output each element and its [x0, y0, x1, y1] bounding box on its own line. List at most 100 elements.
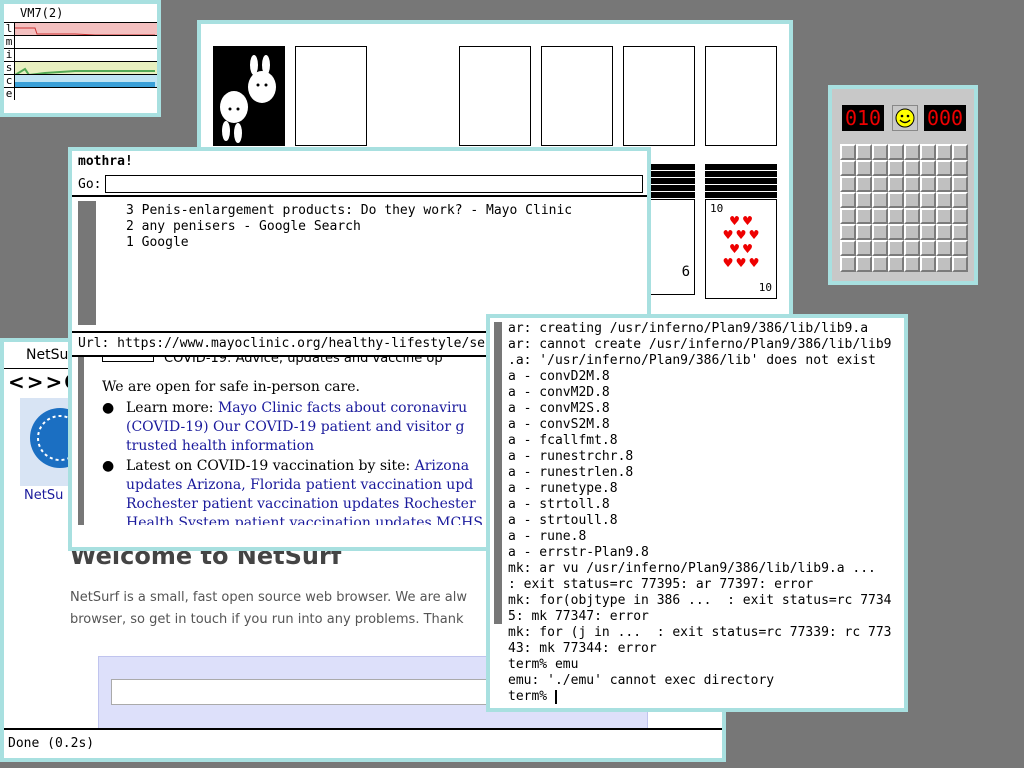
mine-cell[interactable]: [888, 224, 904, 240]
terminal-scrollbar[interactable]: [494, 322, 502, 624]
mine-cell[interactable]: [872, 144, 888, 160]
mine-cell[interactable]: [920, 192, 936, 208]
mine-cell[interactable]: [856, 256, 872, 272]
mine-cell[interactable]: [840, 208, 856, 224]
link-patient-visitor[interactable]: (COVID-19) Our COVID-19 patient and visi…: [126, 419, 464, 435]
netsurf-search-input[interactable]: [111, 679, 533, 705]
mine-cell[interactable]: [920, 208, 936, 224]
mine-cell[interactable]: [856, 160, 872, 176]
mine-cell[interactable]: [952, 256, 968, 272]
terminal-line: mk: for (j in ... : exit status=rc 77339…: [508, 625, 892, 640]
mine-cell[interactable]: [856, 144, 872, 160]
link-mchs-updates[interactable]: Health System patient vaccination update…: [126, 515, 483, 525]
mine-cell[interactable]: [952, 176, 968, 192]
terminal-line: a - errstr-Plan9.8: [508, 545, 649, 560]
mine-cell[interactable]: [872, 208, 888, 224]
mine-cell[interactable]: [952, 144, 968, 160]
stats-window[interactable]: VM7(2) l m i s c e: [0, 0, 161, 117]
foundation-4[interactable]: [705, 46, 777, 146]
card-hearts[interactable]: 10 ♥♥ ♥♥♥ ♥♥ ♥♥♥ 10: [705, 199, 777, 299]
mine-cell[interactable]: [936, 192, 952, 208]
link-trusted-info[interactable]: trusted health information: [126, 438, 314, 454]
mine-cell[interactable]: [888, 160, 904, 176]
mine-cell[interactable]: [840, 224, 856, 240]
link-arizona[interactable]: Arizona: [415, 458, 469, 474]
mine-cell[interactable]: [888, 208, 904, 224]
history-list[interactable]: 3 Penis-enlargement products: Do they wo…: [72, 197, 647, 333]
mine-cell[interactable]: [872, 240, 888, 256]
link-rochester-updates[interactable]: Rochester patient vaccination updates Ro…: [126, 496, 476, 512]
waste-pile[interactable]: [295, 46, 367, 146]
mine-cell[interactable]: [952, 208, 968, 224]
terminal-line: a - runestrlen.8: [508, 465, 634, 480]
mine-cell[interactable]: [856, 192, 872, 208]
history-scrollbar[interactable]: [78, 201, 96, 325]
mine-cell[interactable]: [904, 160, 920, 176]
mine-cell[interactable]: [952, 240, 968, 256]
url-value[interactable]: https://www.mayoclinic.org/healthy-lifes…: [117, 336, 485, 351]
mine-cell[interactable]: [936, 208, 952, 224]
link-arizona-updates[interactable]: updates Arizona, Florida patient vaccina…: [126, 477, 473, 493]
mine-cell[interactable]: [840, 144, 856, 160]
mine-cell[interactable]: [920, 144, 936, 160]
history-item[interactable]: 1 Google: [126, 235, 572, 251]
mine-cell[interactable]: [920, 256, 936, 272]
mine-cell[interactable]: [936, 176, 952, 192]
page-scrollbar[interactable]: [78, 357, 84, 525]
mine-cell[interactable]: [888, 256, 904, 272]
mine-cell[interactable]: [856, 208, 872, 224]
netsurf-tab[interactable]: NetSu: [24, 488, 63, 503]
minesweeper-window[interactable]: 010 000: [828, 85, 978, 285]
foundation-2[interactable]: [541, 46, 613, 146]
mine-cell[interactable]: [904, 144, 920, 160]
mine-cell[interactable]: [888, 176, 904, 192]
mine-cell[interactable]: [936, 256, 952, 272]
mine-cell[interactable]: [904, 208, 920, 224]
mine-cell[interactable]: [952, 224, 968, 240]
mine-cell[interactable]: [904, 192, 920, 208]
link-mayo-facts[interactable]: Mayo Clinic facts about coronaviru: [218, 400, 467, 416]
mine-cell[interactable]: [904, 256, 920, 272]
go-input[interactable]: [105, 175, 643, 193]
mine-cell[interactable]: [888, 240, 904, 256]
mine-cell[interactable]: [936, 224, 952, 240]
stock-pile[interactable]: [213, 46, 285, 146]
mine-cell[interactable]: [920, 176, 936, 192]
mine-cell[interactable]: [840, 192, 856, 208]
terminal-output[interactable]: ar: creating /usr/inferno/Plan9/386/lib/…: [508, 321, 892, 705]
mine-cell[interactable]: [936, 144, 952, 160]
mine-cell[interactable]: [856, 240, 872, 256]
mine-cell[interactable]: [904, 176, 920, 192]
mine-cell[interactable]: [920, 240, 936, 256]
mine-grid[interactable]: [840, 144, 968, 272]
mine-cell[interactable]: [872, 224, 888, 240]
mine-cell[interactable]: [920, 224, 936, 240]
mine-cell[interactable]: [872, 176, 888, 192]
mine-cell[interactable]: [840, 256, 856, 272]
mine-cell[interactable]: [872, 192, 888, 208]
mine-cell[interactable]: [888, 192, 904, 208]
mine-cell[interactable]: [952, 192, 968, 208]
mine-cell[interactable]: [840, 240, 856, 256]
smiley-icon[interactable]: [892, 105, 918, 131]
mine-cell[interactable]: [856, 176, 872, 192]
mine-cell[interactable]: [904, 240, 920, 256]
mine-cell[interactable]: [840, 160, 856, 176]
history-item[interactable]: 2 any penisers - Google Search: [126, 219, 572, 235]
mine-cell[interactable]: [936, 160, 952, 176]
mine-cell[interactable]: [952, 160, 968, 176]
foundation-3[interactable]: [623, 46, 695, 146]
history-item[interactable]: 3 Penis-enlargement products: Do they wo…: [126, 203, 572, 219]
mine-cell[interactable]: [904, 224, 920, 240]
mothra-title: mothra!: [78, 154, 133, 169]
mine-cell[interactable]: [872, 256, 888, 272]
mine-cell[interactable]: [856, 224, 872, 240]
foundation-1[interactable]: [459, 46, 531, 146]
terminal-window[interactable]: ar: creating /usr/inferno/Plan9/386/lib/…: [486, 314, 908, 712]
mine-cell[interactable]: [840, 176, 856, 192]
mine-cell[interactable]: [936, 240, 952, 256]
mine-cell[interactable]: [888, 144, 904, 160]
mine-cell[interactable]: [920, 160, 936, 176]
mine-cell[interactable]: [872, 160, 888, 176]
tableau-7[interactable]: 10 ♥♥ ♥♥♥ ♥♥ ♥♥♥ 10: [705, 164, 777, 299]
